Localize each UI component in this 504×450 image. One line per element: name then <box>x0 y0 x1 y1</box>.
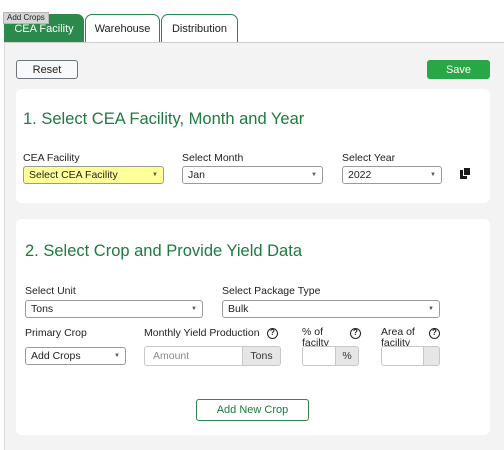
chevron-down-icon: ▼ <box>311 172 317 178</box>
copy-icon[interactable] <box>460 168 470 179</box>
package-select-value: Bulk <box>228 303 249 315</box>
month-label: Select Month <box>182 152 244 164</box>
crop-yield-card: 2. Select Crop and Provide Yield Data Se… <box>16 219 490 435</box>
main-panel: Reset Save 1. Select CEA Facility, Month… <box>4 42 504 450</box>
percent-input[interactable] <box>302 346 335 366</box>
tooltip-add-crops: Add Crops <box>3 12 49 24</box>
help-icon[interactable]: ? <box>350 328 361 339</box>
crop-label: Primary Crop <box>25 327 87 339</box>
facility-select-value: Select CEA Facility <box>29 169 118 181</box>
month-select[interactable]: Jan ▼ <box>182 166 323 184</box>
section2-title: 2. Select Crop and Provide Yield Data <box>25 242 302 260</box>
yield-input-group: Amount Tons <box>144 346 281 366</box>
save-button[interactable]: Save <box>427 60 490 79</box>
month-select-value: Jan <box>188 169 205 181</box>
percent-label-line1: % of <box>302 326 324 338</box>
area-input[interactable] <box>381 346 423 366</box>
help-icon[interactable]: ? <box>267 328 278 339</box>
yield-unit-addon: Tons <box>242 346 281 366</box>
crop-select-value: Add Crops <box>31 350 81 362</box>
chevron-down-icon: ▼ <box>428 306 434 312</box>
section1-title: 1. Select CEA Facility, Month and Year <box>23 110 305 128</box>
unit-label: Select Unit <box>25 285 76 297</box>
chevron-down-icon: ▼ <box>114 353 120 359</box>
percent-input-group: % <box>302 346 359 366</box>
unit-select-value: Tons <box>31 303 54 315</box>
facility-selection-card: 1. Select CEA Facility, Month and Year C… <box>16 89 490 203</box>
year-label: Select Year <box>342 152 396 164</box>
package-label: Select Package Type <box>222 285 321 297</box>
year-select-value: 2022 <box>348 169 372 181</box>
chevron-down-icon: ▼ <box>430 172 436 178</box>
chevron-down-icon: ▼ <box>191 306 197 312</box>
crop-select[interactable]: Add Crops ▼ <box>25 347 126 365</box>
unit-select[interactable]: Tons ▼ <box>25 300 203 318</box>
yield-label: Monthly Yield Production <box>144 327 260 339</box>
add-new-crop-button[interactable]: Add New Crop <box>196 399 309 421</box>
facility-select[interactable]: Select CEA Facility ▼ <box>23 166 164 184</box>
yield-amount-input[interactable]: Amount <box>144 346 242 366</box>
year-select[interactable]: 2022 ▼ <box>342 166 442 184</box>
chevron-down-icon: ▼ <box>152 172 158 178</box>
percent-unit-addon: % <box>335 346 359 366</box>
facility-label: CEA Facility <box>23 152 80 164</box>
area-unit-addon <box>423 346 440 366</box>
package-select[interactable]: Bulk ▼ <box>222 300 440 318</box>
area-label-line1: Area of <box>381 326 415 338</box>
tab-warehouse[interactable]: Warehouse <box>85 14 160 43</box>
reset-button[interactable]: Reset <box>16 60 78 79</box>
tab-distribution[interactable]: Distribution <box>161 14 238 43</box>
help-icon[interactable]: ? <box>429 328 440 339</box>
area-input-group <box>381 346 440 366</box>
